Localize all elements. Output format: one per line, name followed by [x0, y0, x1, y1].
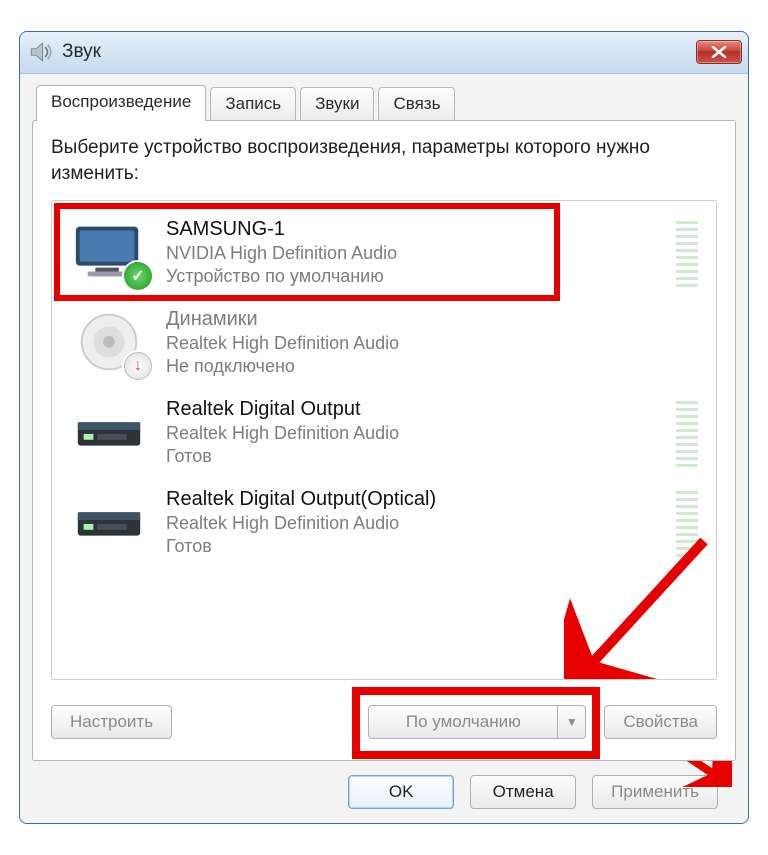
check-icon: ✓ [124, 262, 152, 290]
client-area: Воспроизведение Запись Звуки Связь Выбер… [20, 74, 748, 823]
tab-communications[interactable]: Связь [378, 87, 455, 120]
device-status: Готов [166, 445, 660, 468]
device-subtitle: Realtek High Definition Audio [166, 422, 660, 445]
device-row[interactable]: ↓ Динамики Realtek High Definition Audio… [56, 297, 708, 387]
device-name: Realtek Digital Output(Optical) [166, 487, 660, 512]
device-row[interactable]: Realtek Digital Output(Optical) Realtek … [56, 477, 708, 567]
instruction-text: Выберите устройство воспроизведения, пар… [51, 135, 717, 186]
pane-button-row: Настроить По умолчанию ▼ Свойства [51, 700, 717, 744]
device-list[interactable]: ✓ SAMSUNG-1 NVIDIA High Definition Audio… [51, 200, 717, 680]
device-text: Динамики Realtek High Definition Audio Н… [166, 307, 660, 377]
device-name: SAMSUNG-1 [166, 217, 660, 242]
device-text: Realtek Digital Output(Optical) Realtek … [166, 487, 660, 557]
configure-button[interactable]: Настроить [51, 705, 172, 739]
device-name: Realtek Digital Output [166, 397, 660, 422]
speaker-icon: ↓ [68, 306, 150, 378]
device-subtitle: Realtek High Definition Audio [166, 512, 660, 535]
tab-sounds[interactable]: Звуки [300, 87, 374, 120]
close-button[interactable] [696, 40, 742, 64]
set-default-button[interactable]: По умолчанию [368, 705, 558, 739]
device-text: Realtek Digital Output Realtek High Defi… [166, 397, 660, 467]
window-title: Звук [62, 41, 696, 63]
device-subtitle: NVIDIA High Definition Audio [166, 242, 660, 265]
device-text: SAMSUNG-1 NVIDIA High Definition Audio У… [166, 217, 660, 287]
device-status: Готов [166, 535, 660, 558]
level-meter [676, 217, 698, 287]
set-default-split-button[interactable]: По умолчанию ▼ [368, 705, 586, 739]
monitor-icon: ✓ [68, 216, 150, 288]
digital-output-icon [68, 486, 150, 558]
playback-pane: Выберите устройство воспроизведения, пар… [32, 120, 736, 761]
set-default-dropdown[interactable]: ▼ [558, 705, 586, 739]
level-meter [676, 397, 698, 467]
device-status: Не подключено [166, 355, 660, 378]
apply-button[interactable]: Применить [592, 775, 718, 809]
properties-button[interactable]: Свойства [604, 705, 717, 739]
dialog-button-row: OK Отмена Применить [32, 761, 736, 809]
down-arrow-icon: ↓ [124, 352, 152, 380]
titlebar[interactable]: Звук [20, 32, 748, 74]
device-row[interactable]: Realtek Digital Output Realtek High Defi… [56, 387, 708, 477]
device-name: Динамики [166, 307, 660, 332]
digital-output-icon [68, 396, 150, 468]
device-status: Устройство по умолчанию [166, 265, 660, 288]
chevron-down-icon: ▼ [566, 715, 578, 729]
sound-dialog-window: Звук Воспроизведение Запись Звуки Связь … [19, 31, 749, 824]
close-icon [711, 46, 727, 58]
tab-recording[interactable]: Запись [210, 87, 296, 120]
tab-playback[interactable]: Воспроизведение [36, 85, 206, 121]
device-subtitle: Realtek High Definition Audio [166, 332, 660, 355]
sound-icon [28, 39, 54, 65]
level-meter [676, 487, 698, 557]
tab-strip: Воспроизведение Запись Звуки Связь [32, 84, 736, 120]
device-row[interactable]: ✓ SAMSUNG-1 NVIDIA High Definition Audio… [56, 207, 708, 297]
ok-button[interactable]: OK [348, 775, 454, 809]
cancel-button[interactable]: Отмена [470, 775, 576, 809]
